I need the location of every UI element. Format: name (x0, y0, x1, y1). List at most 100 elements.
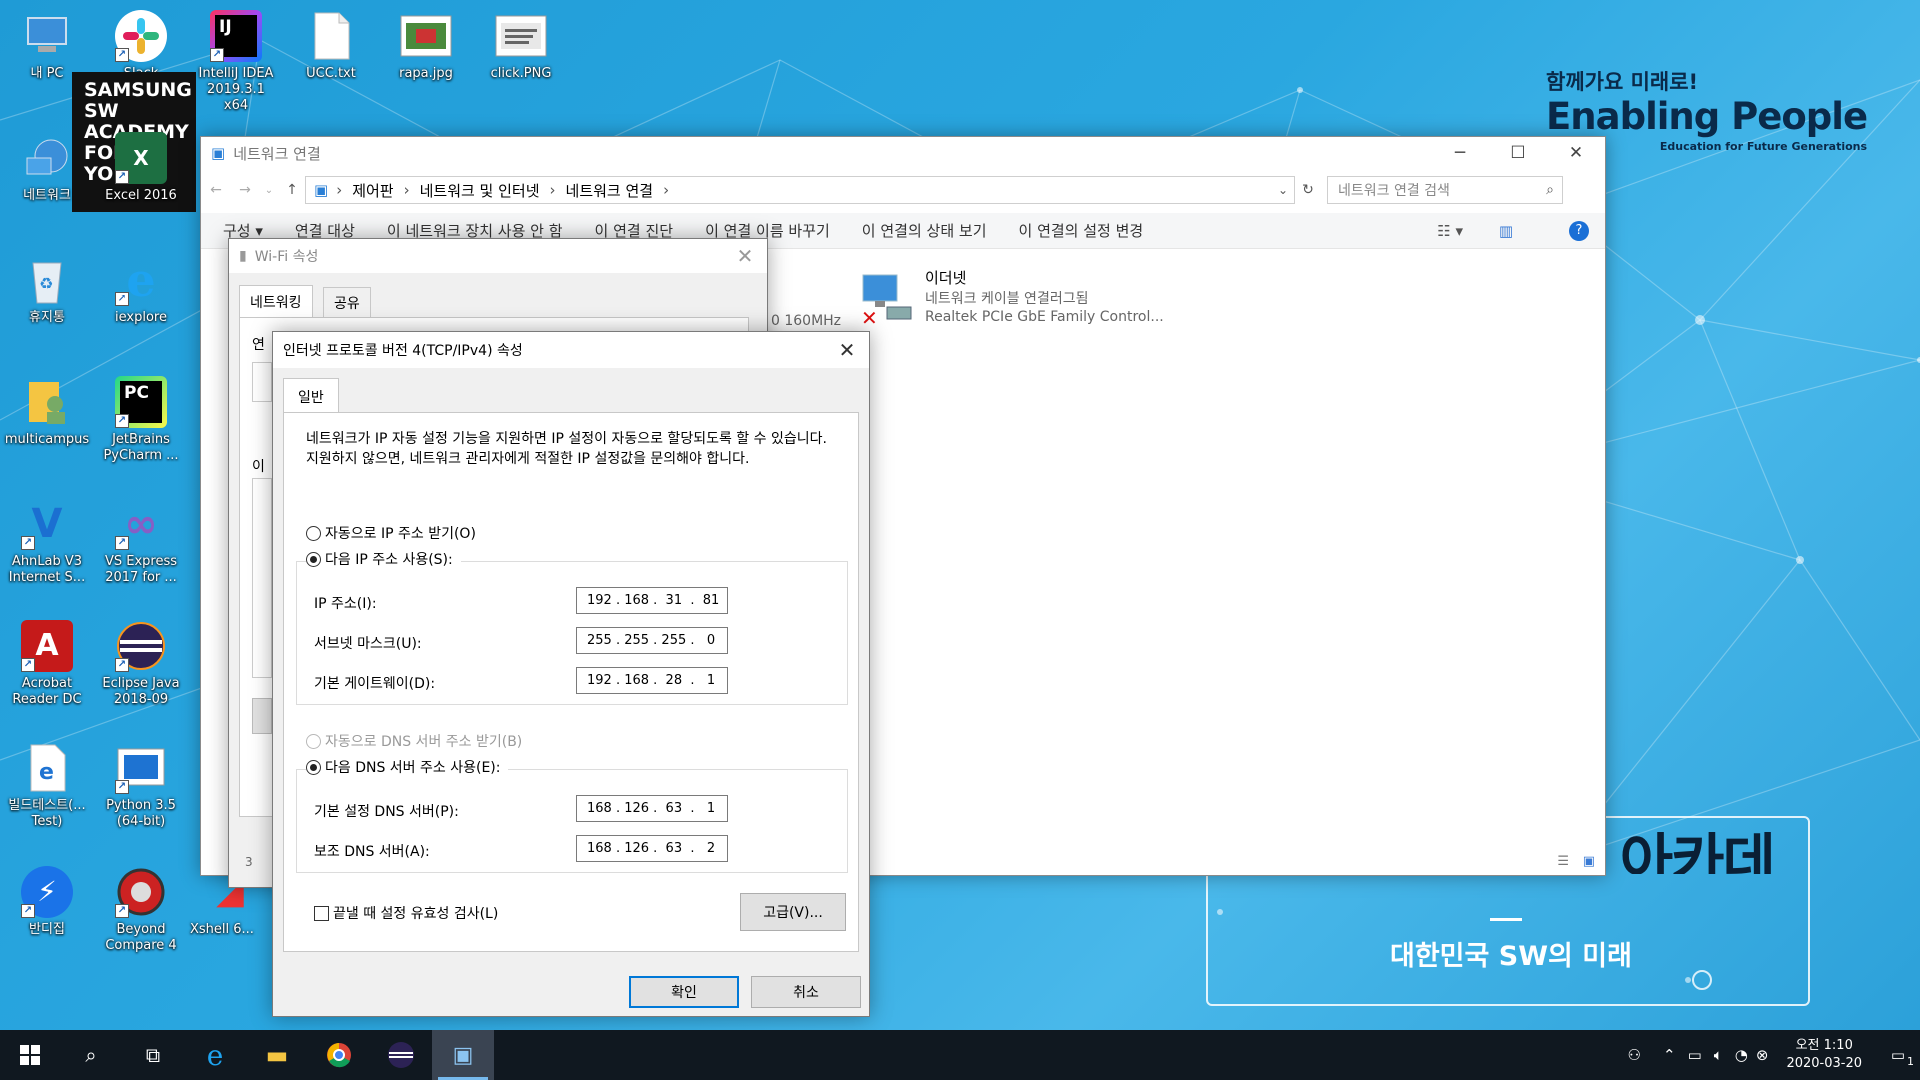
task-view-button[interactable]: ⧉ (122, 1030, 184, 1080)
window-controls: ─ ☐ ✕ (1431, 137, 1605, 169)
banner-divider (1490, 918, 1522, 921)
validate-checkbox[interactable] (314, 906, 329, 921)
radio-label: 자동으로 DNS 서버 주소 받기(B) (325, 734, 523, 750)
address-dropdown-icon[interactable]: ⌄ (1278, 183, 1288, 197)
volume-icon[interactable]: 🔈︎ (1714, 1046, 1723, 1064)
ip-address-label: IP 주소(I): (314, 596, 377, 612)
desktop-icon-label: rapa.jpg (399, 66, 453, 81)
desktop-icon-click[interactable]: click.PNG (478, 10, 564, 82)
back-arrow-icon[interactable]: ← (201, 182, 231, 198)
desktop-icon-visual-studio[interactable]: ∞ ↗ VS Express 2017 for ... (98, 498, 184, 586)
desktop-icon-beyond-compare[interactable]: ↗ Beyond Compare 4 (98, 866, 184, 954)
cancel-button[interactable]: 취소 (751, 976, 861, 1008)
tray-overflow-icon[interactable]: ⌃ (1663, 1046, 1676, 1064)
minimize-button[interactable]: ─ (1431, 137, 1489, 169)
help-icon[interactable]: ? (1569, 220, 1589, 241)
gateway-input[interactable]: 192 . 168 . 28 . 1 (576, 667, 728, 694)
close-button[interactable]: ✕ (1547, 137, 1605, 169)
chevron-right-icon: › (336, 181, 343, 199)
ethernet-connection-item[interactable]: ✕ 이더넷 네트워크 케이블 연결러그됨 Realtek PCIe GbE Fa… (859, 267, 1179, 331)
radio-auto-ip[interactable] (306, 526, 321, 541)
desktop-icon-label: Excel 2016 (105, 188, 177, 203)
radio-manual-dns[interactable] (306, 760, 321, 775)
brand-slogan: 함께가요 미래로! (1546, 70, 1699, 94)
search-input[interactable]: 네트워크 연결 검색 ⌕ (1327, 176, 1563, 204)
desktop-icon-pycharm[interactable]: PC ↗ JetBrains PyCharm ... (98, 376, 184, 464)
taskbar-network-connections[interactable]: ▣ (432, 1030, 494, 1080)
excel-icon: X ↗ (115, 132, 167, 184)
shortcut-arrow-icon: ↗ (21, 536, 35, 550)
desktop-icon-rapa[interactable]: rapa.jpg (383, 10, 469, 82)
tile-line: SW (84, 100, 119, 122)
advanced-button[interactable]: 고급(V)... (740, 893, 846, 931)
image-file-icon (400, 10, 452, 62)
shortcut-arrow-icon: ↗ (115, 414, 129, 428)
document-icon: e (21, 742, 73, 794)
up-arrow-icon[interactable]: ↑ (279, 182, 305, 198)
wifi-icon[interactable]: ◔ (1735, 1046, 1748, 1064)
desktop-icon-ahnlab[interactable]: V ↗ AhnLab V3 Internet S... (4, 498, 90, 586)
breadcrumb-item[interactable]: 제어판 (352, 180, 393, 201)
people-icon[interactable]: ⚇ (1628, 1046, 1641, 1064)
validate-option[interactable]: 끝낼 때 설정 유효성 검사(L) (314, 903, 498, 923)
close-button[interactable]: ✕ (825, 332, 869, 368)
search-icon: ⌕ (85, 1043, 97, 1067)
maximize-button[interactable]: ☐ (1489, 137, 1547, 169)
desktop-icon-excel[interactable]: X ↗ Excel 2016 (98, 132, 184, 204)
command-view-status[interactable]: 이 연결의 상태 보기 (862, 220, 987, 241)
taskbar-chrome[interactable] (308, 1030, 370, 1080)
ok-button[interactable]: 확인 (629, 976, 739, 1008)
view-options-icon[interactable]: ☷ ▾ (1437, 222, 1463, 240)
shortcut-arrow-icon: ↗ (21, 904, 35, 918)
subnet-mask-input[interactable]: 255 . 255 . 255 . 0 (576, 627, 728, 654)
address-bar[interactable]: ▣ › 제어판 › 네트워크 및 인터넷 › 네트워크 연결 › ⌄ (305, 176, 1295, 204)
details-view-icon[interactable]: ☰ (1557, 854, 1569, 869)
no-network-icon[interactable]: ⊗ (1756, 1046, 1769, 1064)
desktop-icon-network[interactable]: 네트워크 (4, 132, 90, 204)
shortcut-arrow-icon: ↗ (115, 780, 129, 794)
desktop-icon-eclipse[interactable]: ↗ Eclipse Java 2018-09 (98, 620, 184, 708)
ip-address-input[interactable]: 192 . 168 . 31 . 81 (576, 587, 728, 614)
radio-manual-ip[interactable] (306, 552, 321, 567)
tab-sharing[interactable]: 공유 (323, 287, 371, 318)
desktop-icon-acrobat[interactable]: A ↗ Acrobat Reader DC (4, 620, 90, 708)
refresh-icon[interactable]: ↻ (1295, 182, 1321, 198)
preview-pane-icon[interactable]: ▥ (1499, 222, 1513, 240)
auto-ip-option[interactable]: 자동으로 IP 주소 받기(O) (306, 523, 476, 543)
breadcrumb-item[interactable]: 네트워크 및 인터넷 (420, 180, 540, 201)
manual-ip-option[interactable]: 다음 IP 주소 사용(S): (306, 549, 461, 569)
desktop-icon-bandizip[interactable]: ⚡ ↗ 반디집 (4, 866, 90, 938)
taskbar-file-explorer[interactable]: ▬ (246, 1030, 308, 1080)
command-change-settings[interactable]: 이 연결의 설정 변경 (1019, 220, 1144, 241)
close-button[interactable]: ✕ (723, 239, 767, 273)
svg-text:e: e (39, 760, 54, 785)
action-center-button[interactable]: ▭ 1 (1876, 1030, 1920, 1080)
desktop-icon-intellij[interactable]: IJ ↗ IntelliJ IDEA 2019.3.1 x64 (193, 10, 279, 114)
clock[interactable]: 오전 1:10 2020-03-20 (1786, 1037, 1862, 1073)
large-icons-view-icon[interactable]: ▣ (1583, 854, 1595, 869)
control-panel-icon: ▣ (314, 181, 329, 199)
forward-arrow-icon[interactable]: → (231, 182, 259, 198)
taskbar-search-button[interactable]: ⌕ (60, 1030, 122, 1080)
taskbar-ie[interactable]: e (184, 1030, 246, 1080)
tab-networking[interactable]: 네트워킹 (239, 285, 313, 318)
tab-general[interactable]: 일반 (283, 378, 339, 415)
battery-icon[interactable]: ▭ (1688, 1046, 1702, 1064)
desktop-icon-iexplore[interactable]: e ↗ iexplore (98, 254, 184, 326)
partial-label: 연 (252, 337, 265, 353)
shortcut-arrow-icon: ↗ (115, 658, 129, 672)
desktop-icon-recycle[interactable]: ♻ 휴지통 (4, 254, 90, 326)
desktop-icon-ucc[interactable]: UCC.txt (288, 10, 374, 82)
desktop-icon-python[interactable]: ↗ Python 3.5 (64-bit) (98, 742, 184, 830)
breadcrumb-item[interactable]: 네트워크 연결 (566, 180, 654, 201)
desktop-icon-multicampus[interactable]: multicampus (4, 376, 90, 448)
alternate-dns-input[interactable]: 168 . 126 . 63 . 2 (576, 835, 728, 862)
dialog-title: 인터넷 프로토콜 버전 4(TCP/IPv4) 속성 (283, 343, 523, 359)
preferred-dns-input[interactable]: 168 . 126 . 63 . 1 (576, 795, 728, 822)
recent-chevron-icon[interactable]: ⌄ (259, 185, 279, 196)
partial-label: 이 (252, 459, 265, 475)
manual-dns-option[interactable]: 다음 DNS 서버 주소 사용(E): (306, 757, 509, 777)
desktop-icon-buildtest[interactable]: e 빌드테스트(... Test) (4, 742, 90, 830)
taskbar-eclipse[interactable] (370, 1030, 432, 1080)
start-button[interactable] (0, 1030, 60, 1080)
